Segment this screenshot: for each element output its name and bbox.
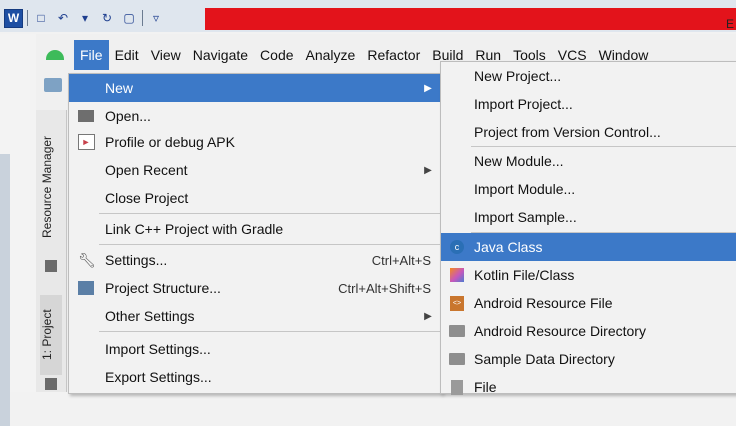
- menu-item-label: Close Project: [105, 190, 189, 206]
- word-title-fragment: E: [725, 17, 734, 31]
- menu-separator: [99, 244, 441, 245]
- file-menu-item-close-project[interactable]: Close Project: [69, 184, 441, 212]
- menu-item-label: Kotlin File/Class: [474, 267, 575, 283]
- new-submenu-item-import-sample[interactable]: Import Sample...: [441, 203, 736, 231]
- menu-item-label: Open...: [105, 108, 151, 124]
- menu-edit[interactable]: Edit: [109, 40, 145, 70]
- file-menu-item-export-settings[interactable]: Export Settings...: [69, 363, 441, 391]
- file-menu-item-import-settings[interactable]: Import Settings...: [69, 335, 441, 363]
- menu-item-label: Link C++ Project with Gradle: [105, 221, 284, 237]
- file-menu-item-open[interactable]: Open...: [69, 102, 441, 130]
- new-document-icon[interactable]: ▢: [120, 9, 138, 27]
- word-quick-access-toolbar: W □ ↶ ▾ ↻ ▢ ▿: [4, 8, 165, 28]
- menu-item-label: Settings...: [105, 252, 168, 268]
- redo-icon[interactable]: ↻: [98, 9, 116, 27]
- file-menu-dropdown: New ▶ Open... ► Profile or debug APK Ope…: [68, 73, 442, 394]
- menu-separator: [99, 331, 441, 332]
- file-menu-item-other-settings[interactable]: Other Settings ▶: [69, 302, 441, 330]
- menu-view[interactable]: View: [145, 40, 187, 70]
- menu-separator: [99, 213, 441, 214]
- menu-item-label: New: [105, 80, 134, 96]
- android-studio-icon: [44, 48, 66, 62]
- customize-toolbar-icon[interactable]: ▿: [147, 9, 165, 27]
- menu-navigate[interactable]: Navigate: [187, 40, 254, 70]
- menu-item-label: Export Settings...: [105, 369, 212, 385]
- resource-manager-tab-icon: [45, 260, 57, 272]
- menu-item-label: Open Recent: [105, 162, 188, 178]
- resource-manager-tab[interactable]: Resource Manager: [40, 122, 62, 252]
- xml-resource-icon: <>: [448, 295, 466, 311]
- file-menu-item-new[interactable]: New ▶: [69, 74, 441, 102]
- file-menu-item-settings[interactable]: 🔧︎ Settings... Ctrl+Alt+S: [69, 246, 441, 274]
- menu-code[interactable]: Code: [254, 40, 299, 70]
- new-submenu-item-new-module[interactable]: New Module...: [441, 147, 736, 175]
- menu-file[interactable]: File: [74, 40, 109, 70]
- file-icon: [448, 379, 466, 395]
- new-submenu-item-vcs[interactable]: Project from Version Control...: [441, 118, 736, 146]
- menu-item-label: Sample Data Directory: [474, 351, 615, 367]
- project-tab-icon: [45, 378, 57, 390]
- menu-item-label: Project Structure...: [105, 280, 221, 296]
- submenu-arrow-icon: ▶: [424, 82, 432, 94]
- submenu-arrow-icon: ▶: [424, 310, 432, 322]
- project-toolbar-icon[interactable]: [44, 78, 62, 92]
- undo-icon[interactable]: ↶: [54, 9, 72, 27]
- new-submenu-item-import-module[interactable]: Import Module...: [441, 175, 736, 203]
- kotlin-icon: [448, 267, 466, 283]
- file-menu-item-profile-apk[interactable]: ► Profile or debug APK: [69, 128, 441, 156]
- new-submenu-item-sample-data-directory[interactable]: Sample Data Directory: [441, 345, 736, 373]
- wrench-icon: 🔧︎: [78, 252, 96, 268]
- menu-item-label: New Module...: [474, 153, 564, 169]
- new-submenu-item-kotlin[interactable]: Kotlin File/Class: [441, 261, 736, 289]
- file-menu-item-open-recent[interactable]: Open Recent ▶: [69, 156, 441, 184]
- submenu-arrow-icon: ▶: [424, 164, 432, 176]
- word-logo-icon: W: [4, 8, 23, 28]
- file-menu-item-project-structure[interactable]: Project Structure... Ctrl+Alt+Shift+S: [69, 274, 441, 302]
- new-submenu-item-import-project[interactable]: Import Project...: [441, 90, 736, 118]
- menu-item-label: Project from Version Control...: [474, 124, 661, 140]
- menu-item-label: New Project...: [474, 68, 562, 84]
- menu-item-label: Android Resource File: [474, 295, 613, 311]
- menu-item-label: Profile or debug APK: [105, 134, 235, 150]
- menu-item-label: Android Resource Directory: [474, 323, 646, 339]
- word-title-red-band: E: [205, 8, 736, 31]
- menu-refactor[interactable]: Refactor: [361, 40, 426, 70]
- folder-open-icon: [77, 108, 95, 124]
- menu-item-shortcut: Ctrl+Alt+Shift+S: [338, 280, 431, 296]
- menu-item-label: Other Settings: [105, 308, 195, 324]
- new-submenu: New Project... Import Project... Project…: [440, 61, 736, 395]
- menu-item-label: Import Settings...: [105, 341, 211, 357]
- new-submenu-item-android-resource-file[interactable]: <> Android Resource File: [441, 289, 736, 317]
- menu-item-label: Import Sample...: [474, 209, 577, 225]
- project-structure-icon: [77, 280, 95, 296]
- folder-icon: [448, 351, 466, 367]
- apk-icon: ►: [77, 134, 95, 150]
- save-icon[interactable]: □: [32, 9, 50, 27]
- word-left-gutter: [0, 34, 37, 426]
- menu-item-shortcut: Ctrl+Alt+S: [371, 252, 431, 268]
- new-submenu-item-file[interactable]: File: [441, 373, 736, 401]
- menu-analyze[interactable]: Analyze: [300, 40, 362, 70]
- menu-item-label: Import Project...: [474, 96, 573, 112]
- dropdown-icon[interactable]: ▾: [76, 9, 94, 27]
- project-tab[interactable]: 1: Project: [40, 295, 62, 375]
- java-class-icon: c: [448, 239, 466, 255]
- left-tool-window-bar: Resource Manager 1: Project: [36, 110, 67, 392]
- qat-separator: [142, 10, 143, 26]
- file-menu-item-link-cpp[interactable]: Link C++ Project with Gradle: [69, 215, 441, 243]
- qat-separator: [27, 10, 28, 26]
- menu-item-label: File: [474, 379, 497, 395]
- menu-item-label: Java Class: [474, 239, 543, 255]
- menu-item-label: Import Module...: [474, 181, 576, 197]
- new-submenu-item-new-project[interactable]: New Project...: [441, 62, 736, 90]
- new-submenu-item-java-class[interactable]: c Java Class: [441, 233, 736, 261]
- gutter-strip: [0, 154, 10, 426]
- new-submenu-item-android-resource-directory[interactable]: Android Resource Directory: [441, 317, 736, 345]
- folder-icon: [448, 323, 466, 339]
